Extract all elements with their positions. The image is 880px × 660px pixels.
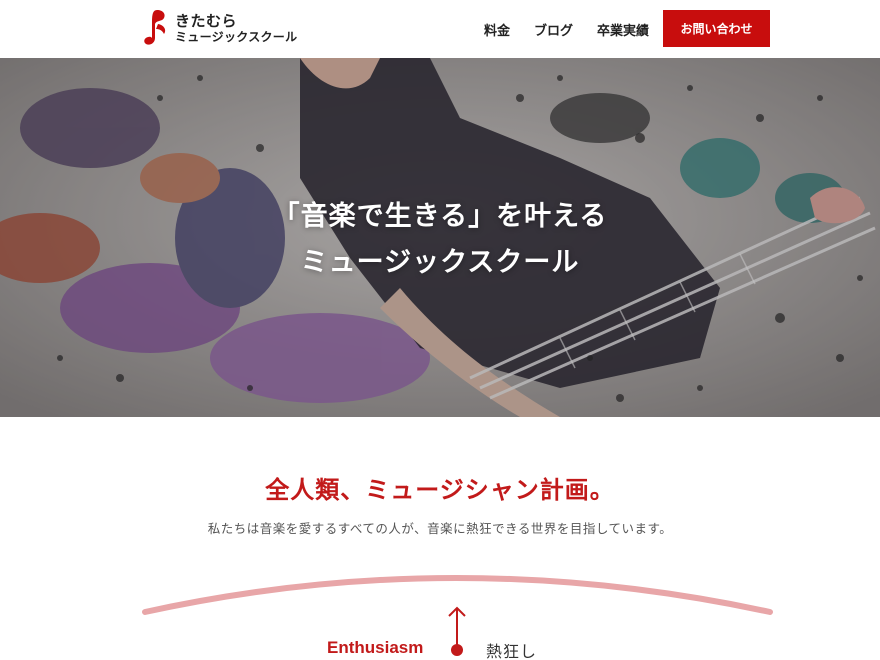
value-axis-arrow-icon	[448, 606, 466, 656]
main-nav: 料金 ブログ 卒業実績	[484, 0, 654, 58]
value-label-jp: 熱狂し	[486, 642, 538, 660]
logo-name-line1: きたむら	[175, 11, 238, 30]
site-header: きたむら ミュージックスクール 料金 ブログ 卒業実績 お問い合わせ	[0, 0, 880, 58]
logo-name-line2: ミュージックスクール	[175, 29, 298, 44]
site-logo[interactable]: きたむら ミュージックスクール	[143, 8, 297, 48]
value-label-en: Enthusiasm	[327, 638, 424, 657]
mission-description: 私たちは音楽を愛するすべての人が、音楽に熱狂できる世界を目指しています。	[207, 521, 673, 536]
nav-link-pricing[interactable]: 料金	[484, 20, 510, 39]
hero-banner: 「音楽で生きる」を叶える ミュージックスクール	[0, 58, 880, 417]
hero-title-line1: 「音楽で生きる」を叶える	[272, 201, 608, 232]
nav-link-blog[interactable]: ブログ	[534, 20, 573, 39]
nav-link-graduates[interactable]: 卒業実績	[597, 20, 649, 39]
decorative-arc	[142, 575, 773, 615]
mission-title: 全人類、ミュージシャン計画。	[265, 476, 615, 504]
music-note-logo-icon	[144, 10, 166, 45]
contact-button[interactable]: お問い合わせ	[663, 10, 770, 47]
hero-title: 「音楽で生きる」を叶える ミュージックスクール	[0, 194, 880, 286]
hero-title-line2: ミュージックスクール	[300, 247, 580, 278]
